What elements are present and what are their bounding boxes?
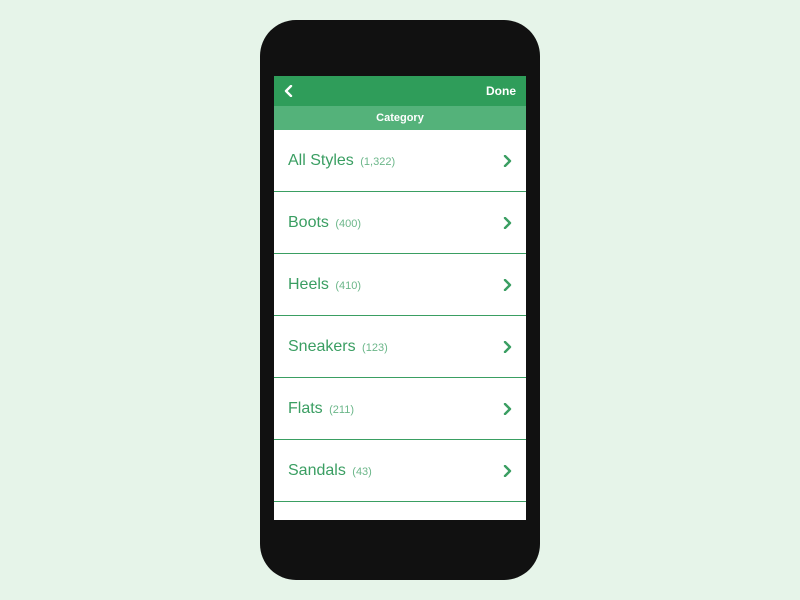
chevron-right-icon	[503, 403, 512, 415]
category-label: Sneakers	[288, 338, 356, 355]
category-list: All Styles (1,322) Boots (400) Heels	[274, 130, 526, 520]
category-label: Boots	[288, 214, 329, 231]
chevron-right-icon	[503, 217, 512, 229]
back-button[interactable]	[284, 85, 293, 97]
chevron-right-icon	[503, 279, 512, 291]
subheader: Category	[274, 106, 526, 130]
category-count: (410)	[335, 280, 361, 292]
phone-frame: Done Category All Styles (1,322) Boots (…	[260, 20, 540, 580]
category-row[interactable]: Flats (211)	[274, 378, 526, 440]
category-label: All Styles	[288, 152, 354, 169]
navbar: Done	[274, 76, 526, 106]
category-row[interactable]: Sandals (43)	[274, 440, 526, 502]
chevron-left-icon	[284, 85, 293, 97]
done-button[interactable]: Done	[486, 84, 516, 98]
screen: Done Category All Styles (1,322) Boots (…	[274, 76, 526, 520]
category-row[interactable]: Boots (400)	[274, 192, 526, 254]
category-count: (1,322)	[360, 156, 395, 168]
category-label: Heels	[288, 276, 329, 293]
subheader-title: Category	[376, 112, 424, 124]
category-label: Flats	[288, 400, 323, 417]
category-count: (123)	[362, 342, 388, 354]
category-label: Sandals	[288, 462, 346, 479]
chevron-right-icon	[503, 155, 512, 167]
category-row[interactable]: Sneakers (123)	[274, 316, 526, 378]
chevron-right-icon	[503, 465, 512, 477]
chevron-right-icon	[503, 341, 512, 353]
category-row[interactable]: Climbing Shoes	[274, 502, 526, 520]
category-row[interactable]: Heels (410)	[274, 254, 526, 316]
category-count: (43)	[352, 466, 372, 478]
category-row[interactable]: All Styles (1,322)	[274, 130, 526, 192]
category-count: (211)	[329, 404, 354, 416]
category-count: (400)	[335, 218, 361, 230]
